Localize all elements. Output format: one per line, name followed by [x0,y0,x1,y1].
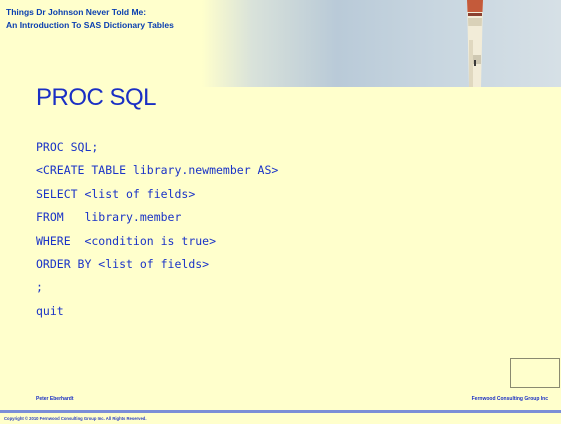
code-line: FROM library.member [36,210,182,225]
footer-company: Fernwood Consulting Group Inc [471,396,548,402]
header-band: Things Dr Johnson Never Told Me: An Intr… [0,0,561,87]
code-line: SELECT <list of fields> [36,186,196,201]
footer-divider [0,410,561,413]
code-block: PROC SQL; <CREATE TABLE library.newmembe… [36,140,278,327]
slide-title: PROC SQL [36,84,157,111]
presentation-title-line1: Things Dr Johnson Never Told Me: [6,7,147,17]
code-line: ORDER BY <list of fields> [36,256,210,271]
code-line: <CREATE TABLE library.newmember AS> [36,163,279,178]
code-line: ; [36,280,43,295]
presentation-title: Things Dr Johnson Never Told Me: An Intr… [6,6,236,32]
lighthouse-image [467,0,483,87]
code-line: WHERE <condition is true> [36,233,217,248]
slide: Things Dr Johnson Never Told Me: An Intr… [0,0,561,424]
code-line: quit [36,303,64,318]
code-line: PROC SQL; [36,140,99,154]
footer-copyright: Copyright © 2010 Fernwood Consulting Gro… [4,416,147,421]
presentation-title-line2: An Introduction To SAS Dictionary Tables [6,20,174,30]
empty-box [510,358,560,388]
footer-author: Peter Eberhardt [36,396,74,402]
